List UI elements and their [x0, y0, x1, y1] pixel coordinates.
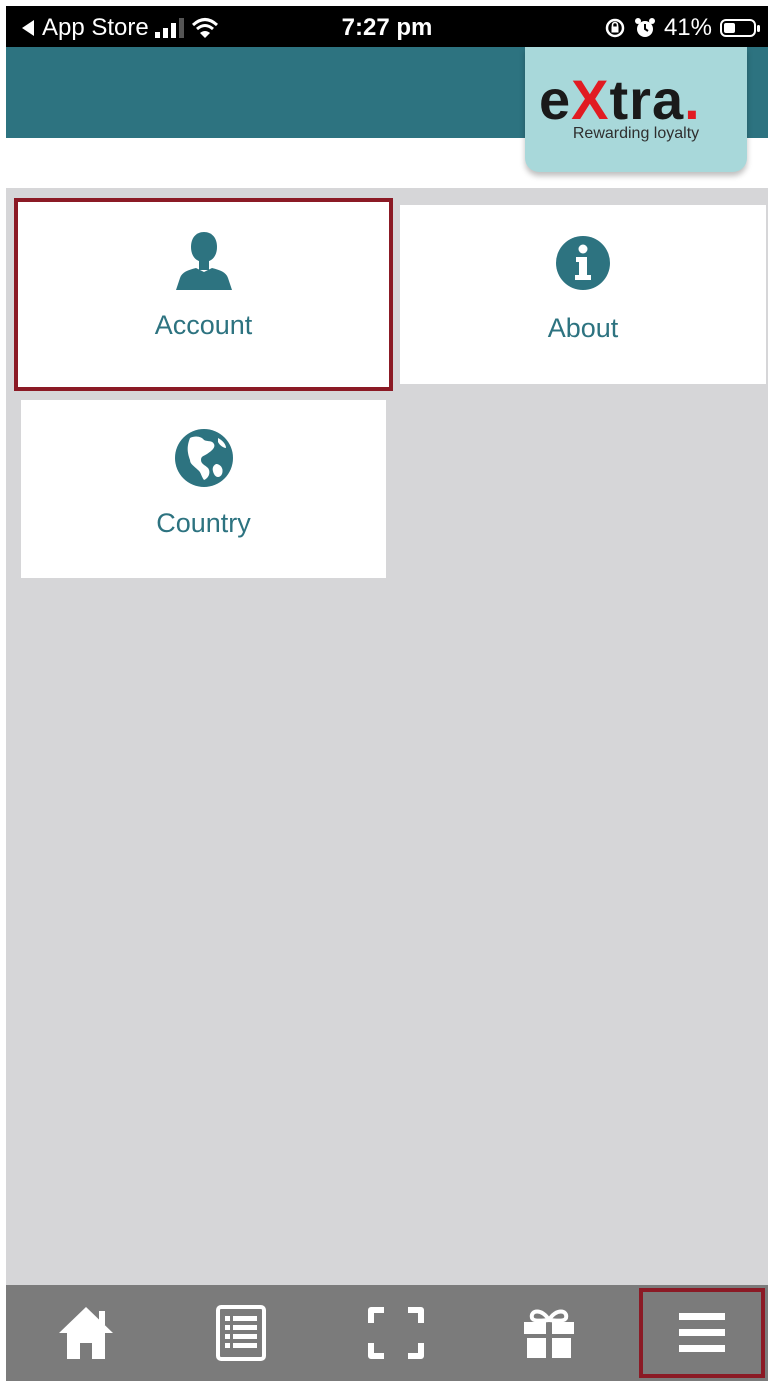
- battery-percent: 41%: [663, 14, 712, 41]
- list-icon: [216, 1305, 266, 1361]
- account-label: Account: [154, 310, 253, 340]
- globe-icon: [172, 426, 236, 490]
- alarm-icon: [634, 18, 655, 37]
- nav-list-button[interactable]: [181, 1285, 301, 1381]
- brand-logo: eXtra. Rewarding loyalty: [525, 47, 747, 172]
- menu-grid: Account About Country: [6, 188, 768, 1285]
- country-label: Country: [156, 508, 251, 538]
- account-tile[interactable]: Account: [14, 198, 393, 391]
- bottom-nav: [6, 1285, 768, 1381]
- info-icon: [551, 231, 615, 295]
- logo-tagline: Rewarding loyalty: [572, 125, 700, 142]
- nav-home-button[interactable]: [26, 1285, 146, 1381]
- battery-level: [724, 23, 735, 33]
- nav-menu-button[interactable]: [639, 1288, 765, 1378]
- about-tile[interactable]: About: [400, 205, 766, 384]
- about-label: About: [547, 313, 619, 343]
- status-bar: App Store 7:27 pm 41%: [6, 6, 768, 47]
- menu-icon: [679, 1313, 725, 1352]
- nav-scan-button[interactable]: [336, 1285, 456, 1381]
- country-tile[interactable]: Country: [21, 400, 386, 578]
- battery-icon: [720, 19, 760, 37]
- logo-wordmark: eXtra.: [539, 68, 701, 131]
- home-icon: [59, 1307, 113, 1359]
- nav-gift-button[interactable]: [489, 1285, 609, 1381]
- rotation-lock-icon: [605, 18, 625, 38]
- gift-icon: [524, 1309, 574, 1358]
- status-right: 41%: [604, 14, 760, 42]
- user-icon: [172, 228, 236, 292]
- scan-icon: [368, 1307, 424, 1359]
